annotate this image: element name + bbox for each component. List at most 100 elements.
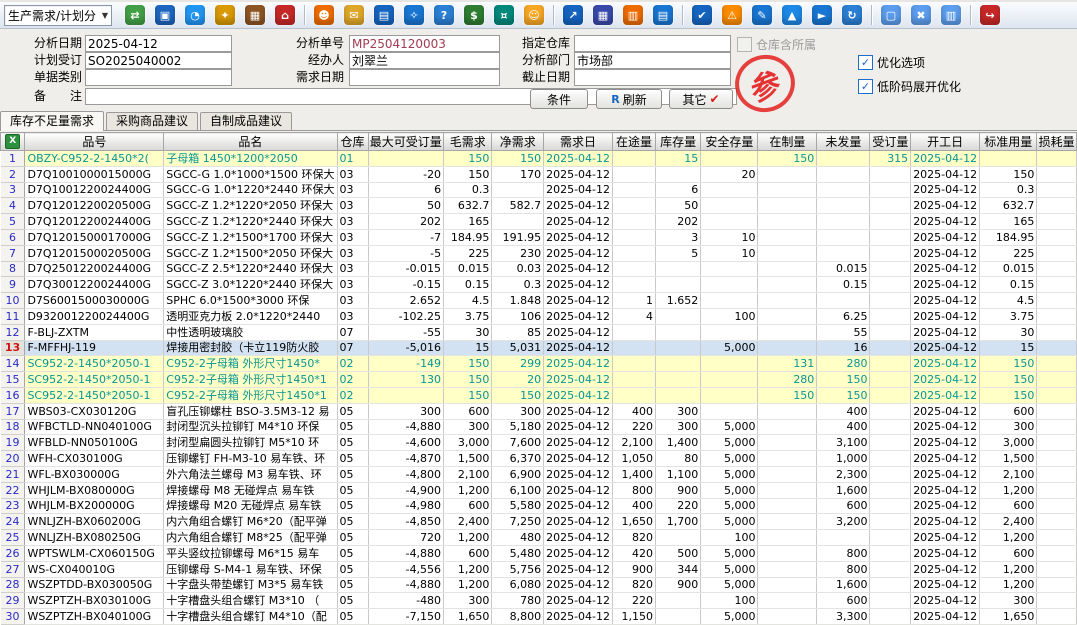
workflow-icon[interactable]: ⇄ [125, 5, 145, 25]
cell-stock[interactable] [656, 593, 701, 609]
cell-warehouse[interactable]: 05 [337, 482, 368, 498]
cell-demand-date[interactable]: 2025-04-12 [544, 308, 613, 324]
cell-ordered[interactable] [870, 482, 911, 498]
cell-start-date[interactable]: 2025-04-12 [911, 277, 980, 293]
cell-item-no[interactable]: WSZPTZH-BX040100G [25, 609, 164, 625]
cell-stock[interactable]: 202 [656, 214, 701, 230]
row-number[interactable]: 18 [1, 419, 25, 435]
cell-in-transit[interactable]: 220 [613, 593, 656, 609]
cell-loss[interactable] [1037, 261, 1077, 277]
cell-demand-date[interactable]: 2025-04-12 [544, 387, 613, 403]
cell-safety-stock[interactable] [701, 261, 758, 277]
cell-gross-demand[interactable]: 15 [444, 340, 492, 356]
cell-wip[interactable] [758, 609, 817, 625]
cell-item-name[interactable]: 平头竖纹拉铆螺母 M6*15 易车 [164, 545, 337, 561]
cell-max-orderable[interactable]: 202 [368, 214, 444, 230]
cell-demand-date[interactable]: 2025-04-12 [544, 356, 613, 372]
cell-unshipped[interactable]: 55 [817, 324, 870, 340]
cell-gross-demand[interactable]: 3,000 [444, 435, 492, 451]
cell-demand-date[interactable]: 2025-04-12 [544, 593, 613, 609]
cell-item-no[interactable]: D7Q1201220024400G [25, 214, 164, 230]
col-in-transit-header[interactable]: 在途量 [613, 133, 656, 151]
cell-unshipped[interactable]: 800 [817, 545, 870, 561]
cell-net-demand[interactable]: 7,600 [492, 435, 544, 451]
cell-stock[interactable] [656, 530, 701, 546]
cell-net-demand[interactable]: 6,100 [492, 482, 544, 498]
cell-demand-date[interactable]: 2025-04-12 [544, 340, 613, 356]
cell-warehouse[interactable]: 03 [337, 293, 368, 309]
cell-ordered[interactable] [870, 261, 911, 277]
cell-loss[interactable] [1037, 229, 1077, 245]
row-number[interactable]: 29 [1, 593, 25, 609]
cell-wip[interactable] [758, 482, 817, 498]
cell-safety-stock[interactable] [701, 214, 758, 230]
table-row[interactable]: 24WNLJZH-BX060200G内六角组合螺钉 M6*20（配平弹05-4,… [1, 514, 1077, 530]
cell-net-demand[interactable]: 780 [492, 593, 544, 609]
cell-ordered[interactable] [870, 609, 911, 625]
briefcase-icon[interactable]: ▦ [245, 5, 265, 25]
operator-input[interactable] [349, 52, 500, 69]
cell-demand-date[interactable]: 2025-04-12 [544, 293, 613, 309]
cell-std-usage[interactable]: 30 [980, 324, 1037, 340]
cell-in-transit[interactable]: 1,050 [613, 451, 656, 467]
cell-wip[interactable] [758, 277, 817, 293]
row-number[interactable]: 9 [1, 277, 25, 293]
cell-safety-stock[interactable]: 5,000 [701, 609, 758, 625]
cell-in-transit[interactable] [613, 229, 656, 245]
cell-net-demand[interactable]: 582.7 [492, 198, 544, 214]
cart-icon[interactable]: ¤ [494, 5, 514, 25]
cell-item-name[interactable]: SGCC-Z 3.0*1220*2440 环保大 [164, 277, 337, 293]
cell-unshipped[interactable] [817, 245, 870, 261]
cell-gross-demand[interactable]: 150 [444, 356, 492, 372]
close-window-icon[interactable]: ✖ [911, 5, 931, 25]
row-number[interactable]: 14 [1, 356, 25, 372]
cell-gross-demand[interactable]: 632.7 [444, 198, 492, 214]
row-number[interactable]: 6 [1, 229, 25, 245]
cell-stock[interactable]: 80 [656, 451, 701, 467]
cell-demand-date[interactable]: 2025-04-12 [544, 451, 613, 467]
cell-ordered[interactable] [870, 324, 911, 340]
optimize-option-checkbox[interactable]: ✓ 优化选项 [858, 54, 925, 71]
cell-wip[interactable] [758, 293, 817, 309]
row-number[interactable]: 7 [1, 245, 25, 261]
cell-item-no[interactable]: WNLJZH-BX080250G [25, 530, 164, 546]
cell-item-name[interactable]: 十字盘头带垫螺钉 M3*5 易车铁 [164, 577, 337, 593]
cell-net-demand[interactable]: 5,756 [492, 561, 544, 577]
cell-net-demand[interactable]: 106 [492, 308, 544, 324]
cell-demand-date[interactable]: 2025-04-12 [544, 561, 613, 577]
cell-demand-date[interactable]: 2025-04-12 [544, 324, 613, 340]
cell-max-orderable[interactable]: -4,900 [368, 482, 444, 498]
cell-std-usage[interactable]: 150 [980, 372, 1037, 388]
cell-gross-demand[interactable]: 3.75 [444, 308, 492, 324]
cell-item-no[interactable]: D7Q1001220024400G [25, 182, 164, 198]
row-number[interactable]: 15 [1, 372, 25, 388]
cell-item-name[interactable]: SGCC-G 1.0*1220*2440 环保大 [164, 182, 337, 198]
cell-start-date[interactable]: 2025-04-12 [911, 229, 980, 245]
cell-item-no[interactable]: WFH-CX030100G [25, 451, 164, 467]
tab-自制成品建议[interactable]: 自制成品建议 [200, 112, 292, 130]
cell-net-demand[interactable]: 1.848 [492, 293, 544, 309]
cell-in-transit[interactable]: 2,100 [613, 435, 656, 451]
table-row[interactable]: 18WFBCTLD-NN040100G封闭型沉头拉铆钉 M4*10 环保05-4… [1, 419, 1077, 435]
cell-loss[interactable] [1037, 561, 1077, 577]
cell-item-name[interactable]: C952-2子母箱 外形尺寸1450* [164, 356, 337, 372]
cell-item-name[interactable]: 内六角组合螺钉 M8*25（配平弹 [164, 530, 337, 546]
cell-stock[interactable] [656, 372, 701, 388]
table-row[interactable]: 7D7Q1201500020500GSGCC-Z 1.2*1500*2050 环… [1, 245, 1077, 261]
table-row[interactable]: 25WNLJZH-BX080250G内六角组合螺钉 M8*25（配平弹05720… [1, 530, 1077, 546]
cell-safety-stock[interactable]: 100 [701, 530, 758, 546]
cell-safety-stock[interactable]: 100 [701, 308, 758, 324]
cell-demand-date[interactable]: 2025-04-12 [544, 498, 613, 514]
cell-demand-date[interactable]: 2025-04-12 [544, 261, 613, 277]
warehouse-input[interactable] [574, 35, 731, 52]
cell-safety-stock[interactable]: 10 [701, 245, 758, 261]
cell-std-usage[interactable]: 632.7 [980, 198, 1037, 214]
cell-item-name[interactable]: 内六角组合螺钉 M6*20（配平弹 [164, 514, 337, 530]
cell-loss[interactable] [1037, 151, 1077, 167]
table-row[interactable]: 5D7Q1201220024400GSGCC-Z 1.2*1220*2440 环… [1, 214, 1077, 230]
row-number[interactable]: 8 [1, 261, 25, 277]
cell-net-demand[interactable]: 0.3 [492, 277, 544, 293]
table-row[interactable]: 16SC952-2-1450*2050-1C952-2子母箱 外形尺寸1450*… [1, 387, 1077, 403]
cell-std-usage[interactable]: 2,400 [980, 514, 1037, 530]
col-item-name-header[interactable]: 品名 [164, 133, 337, 151]
